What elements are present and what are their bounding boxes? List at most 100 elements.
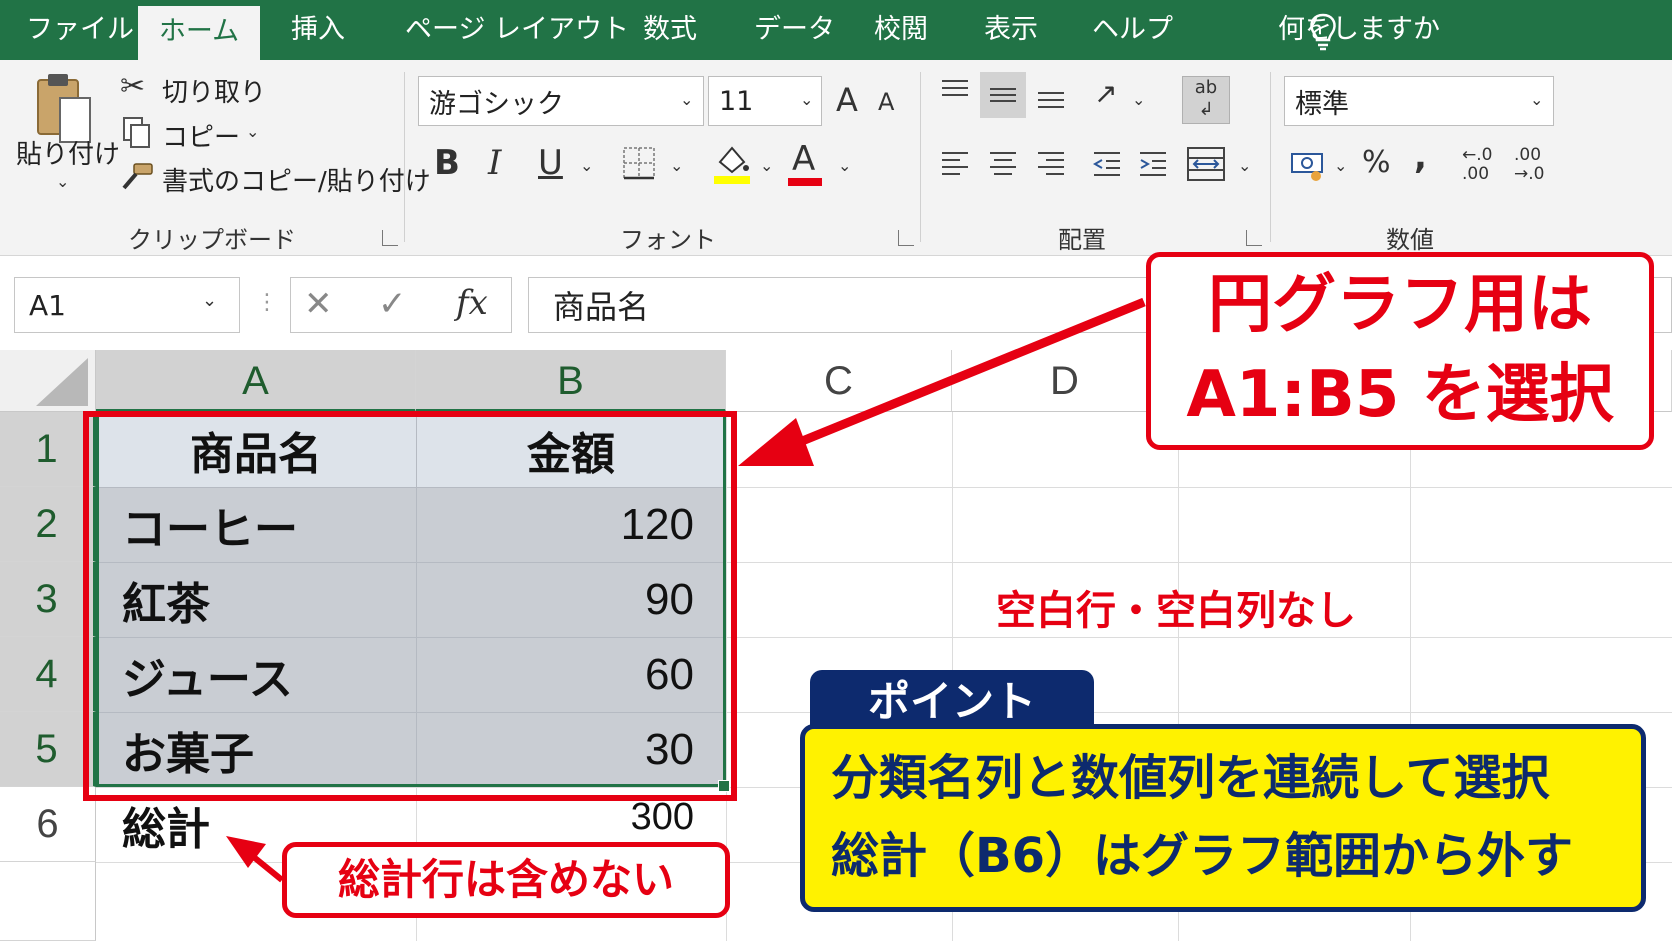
font-color-icon[interactable]: A (792, 142, 815, 176)
accounting-format-icon[interactable] (1290, 148, 1328, 182)
number-format-select[interactable]: 標準 (1284, 76, 1554, 126)
group-divider (1270, 72, 1271, 242)
font-name-select[interactable]: 游ゴシック (418, 76, 704, 126)
format-painter-icon[interactable] (120, 162, 154, 192)
column-header-b[interactable]: B (416, 350, 726, 412)
borders-icon[interactable] (622, 146, 656, 180)
cell-a4[interactable]: ジュース (122, 637, 416, 712)
tell-me-search[interactable]: 何をしますか (1278, 0, 1440, 60)
orientation-chevron-icon[interactable]: ⌄ (1132, 90, 1145, 109)
alignment-group-label: 配置 (1058, 226, 1106, 254)
merge-center-icon[interactable] (1186, 146, 1226, 182)
fill-color-chevron-icon[interactable]: ⌄ (760, 156, 773, 175)
align-right-icon[interactable] (1036, 150, 1066, 178)
row-header-4[interactable]: 4 (0, 637, 96, 712)
excel-window: ファイル ホーム 挿入 ページ レイアウト 数式 データ 校閲 表示 ヘルプ 何… (0, 0, 1672, 941)
formula-value: 商品名 (553, 288, 650, 326)
top-align-icon[interactable] (940, 78, 970, 100)
copy-icon[interactable] (122, 116, 152, 150)
alignment-launcher-icon[interactable] (1246, 230, 1262, 246)
cell-b2[interactable]: 120 (416, 487, 694, 562)
underline-chevron-icon[interactable]: ⌄ (580, 156, 593, 175)
wrap-text-icon[interactable]: ab ↲ (1182, 76, 1230, 124)
cell-b1[interactable]: 金額 (416, 412, 726, 487)
row-header-2[interactable]: 2 (0, 487, 96, 562)
tab-insert[interactable]: 挿入 (291, 0, 345, 60)
tab-review[interactable]: 校閲 (874, 0, 928, 60)
wrap-text-glyph: ab (1194, 77, 1218, 98)
enter-icon[interactable]: ✓ (378, 284, 407, 324)
tab-view[interactable]: 表示 (984, 0, 1038, 60)
row-header-3[interactable]: 3 (0, 562, 96, 637)
tab-home[interactable]: ホーム (138, 6, 260, 62)
align-center-icon[interactable] (988, 150, 1018, 178)
cancel-icon[interactable]: ✕ (304, 284, 333, 324)
select-all-corner[interactable] (0, 350, 96, 412)
decrease-decimal-icon[interactable]: .00 →.0 (1514, 146, 1558, 186)
tab-help[interactable]: ヘルプ (1092, 0, 1173, 60)
increase-decimal-icon[interactable]: ←.0.00 (1462, 146, 1506, 186)
middle-align-icon (990, 88, 1016, 102)
cell-b6[interactable]: 300 (416, 795, 694, 839)
font-size-chevron-icon[interactable]: ⌄ (800, 90, 813, 109)
cell-a1[interactable]: 商品名 (96, 412, 416, 487)
grow-font-icon[interactable]: A (836, 84, 858, 116)
cell-b5[interactable]: 30 (416, 712, 694, 787)
clipboard-launcher-icon[interactable] (382, 230, 398, 246)
column-header-c[interactable]: C (726, 350, 952, 412)
row-header-5[interactable]: 5 (0, 712, 96, 787)
orientation-icon[interactable]: ↗ (1094, 80, 1117, 108)
font-color-chevron-icon[interactable]: ⌄ (838, 156, 851, 175)
align-left-icon[interactable] (940, 150, 970, 178)
copy-dropdown-chevron-icon[interactable]: ⌄ (246, 122, 259, 141)
paste-label[interactable]: 貼り付け (16, 134, 120, 171)
tab-page-layout[interactable]: ページ レイアウト (405, 0, 629, 60)
cell-a5[interactable]: お菓子 (122, 712, 416, 787)
decrease-decimal-bottom: →.0 (1514, 164, 1545, 184)
font-launcher-icon[interactable] (898, 230, 914, 246)
total-note-arrow-line (248, 851, 284, 883)
tab-formulas[interactable]: 数式 (643, 0, 697, 60)
comma-style-button[interactable]: , (1414, 140, 1427, 174)
cell-a2[interactable]: コーヒー (122, 487, 416, 562)
number-format-chevron-icon[interactable]: ⌄ (1530, 90, 1543, 109)
row-header-1[interactable]: 1 (0, 412, 96, 487)
column-header-a[interactable]: A (96, 350, 416, 412)
copy-label[interactable]: コピー (162, 117, 240, 154)
paste-dropdown-chevron-icon[interactable]: ⌄ (56, 172, 69, 191)
borders-chevron-icon[interactable]: ⌄ (670, 156, 683, 175)
row-header-7[interactable] (0, 862, 96, 941)
cut-label[interactable]: 切り取り (162, 72, 266, 109)
bold-button[interactable]: B (434, 146, 460, 180)
font-name-chevron-icon[interactable]: ⌄ (680, 90, 693, 109)
font-size-value: 11 (719, 85, 754, 117)
name-box-chevron-icon[interactable]: ⌄ (202, 290, 217, 311)
decrease-indent-icon[interactable] (1092, 150, 1122, 178)
middle-align-button[interactable] (980, 72, 1026, 118)
formula-bar-grip-icon[interactable]: ⋮ (256, 290, 278, 315)
cell-b3[interactable]: 90 (416, 562, 694, 637)
accounting-chevron-icon[interactable]: ⌄ (1334, 156, 1347, 175)
merge-chevron-icon[interactable]: ⌄ (1238, 156, 1251, 175)
point-line-2: 総計（B6）はグラフ範囲から外す (831, 828, 1573, 884)
column-header-d[interactable]: D (952, 350, 1178, 412)
cell-a3[interactable]: 紅茶 (122, 562, 416, 637)
shrink-font-icon[interactable]: A (878, 90, 894, 114)
fill-handle[interactable] (718, 780, 730, 792)
scissors-icon[interactable]: ✂ (120, 72, 145, 102)
underline-button[interactable]: U (538, 146, 563, 180)
tab-data[interactable]: データ (754, 0, 835, 60)
name-box-value: A1 (29, 288, 66, 322)
percent-style-button[interactable]: % (1362, 148, 1391, 178)
format-painter-label[interactable]: 書式のコピー/貼り付け (162, 161, 431, 198)
point-box: 分類名列と数値列を連続して選択 総計（B6）はグラフ範囲から外す (800, 724, 1646, 912)
italic-button[interactable]: I (488, 146, 501, 180)
cell-b4[interactable]: 60 (416, 637, 694, 712)
fill-color-icon[interactable] (712, 142, 752, 186)
row-header-6[interactable]: 6 (0, 787, 96, 862)
insert-function-icon[interactable]: fx (456, 283, 488, 323)
select-all-triangle-icon (36, 358, 88, 406)
increase-indent-icon[interactable] (1138, 150, 1168, 178)
tab-file[interactable]: ファイル (26, 0, 134, 60)
bottom-align-icon[interactable] (1036, 88, 1066, 110)
